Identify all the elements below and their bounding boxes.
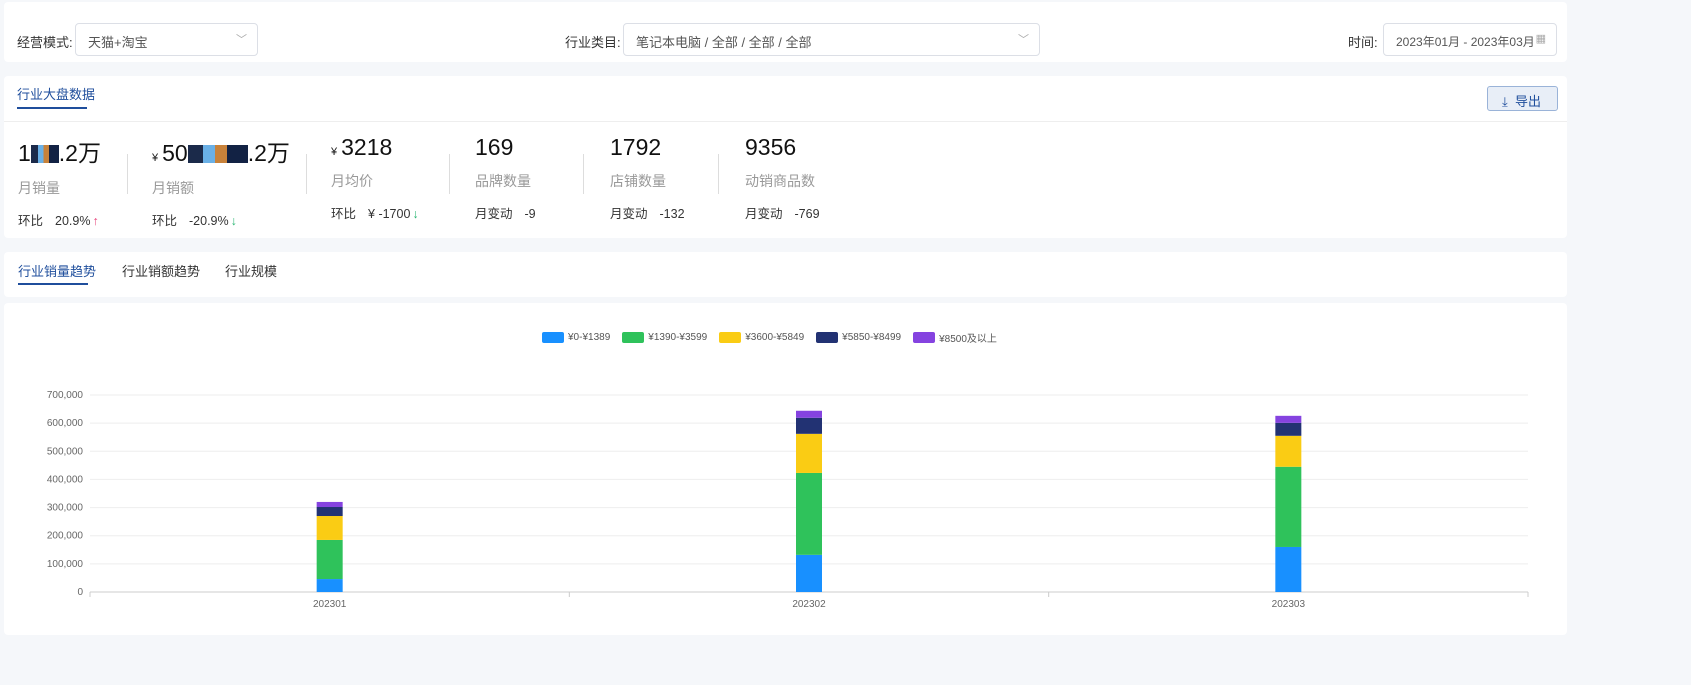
bar-segment[interactable] bbox=[796, 554, 822, 592]
bar-segment[interactable] bbox=[316, 501, 343, 508]
bar-segment[interactable] bbox=[796, 472, 822, 555]
bar-segment[interactable] bbox=[796, 433, 822, 473]
legend-label: ¥8500及以上 bbox=[939, 334, 997, 345]
bar-segment[interactable] bbox=[316, 579, 343, 592]
legend-label: ¥1390-¥3599 bbox=[648, 332, 708, 343]
legend-swatch bbox=[913, 332, 936, 343]
x-tick-label: 202301 bbox=[313, 599, 347, 610]
chart-legend: ¥0-¥1389 ¥1390-¥3599 ¥3600-¥5849 ¥5850-¥849… bbox=[542, 330, 997, 345]
y-tick-label: 200,000 bbox=[47, 531, 84, 542]
legend-item[interactable]: ¥1390-¥3599 bbox=[622, 330, 707, 345]
legend-label: ¥0-¥1389 bbox=[568, 332, 611, 343]
y-tick-label: 400,000 bbox=[47, 474, 84, 485]
bar-segment[interactable] bbox=[796, 417, 822, 434]
y-tick-label: 700,000 bbox=[47, 390, 84, 401]
legend-label: ¥5850-¥8499 bbox=[842, 332, 902, 343]
stacked-bar-chart: 0 100,000 200,000 300,000 400,000 500,000 600,… bbox=[47, 390, 1529, 610]
bar-segment[interactable] bbox=[1275, 415, 1302, 423]
bar-segment[interactable] bbox=[316, 516, 343, 540]
bar-segment[interactable] bbox=[1275, 435, 1302, 467]
legend-label: ¥3600-¥5849 bbox=[745, 332, 805, 343]
legend-item[interactable]: ¥5850-¥8499 bbox=[816, 330, 901, 345]
bar-segment[interactable] bbox=[1275, 422, 1302, 436]
y-tick-label: 0 bbox=[77, 587, 83, 598]
chart-panel: ¥0-¥1389 ¥1390-¥3599 ¥3600-¥5849 ¥5850-¥849… bbox=[4, 303, 1567, 635]
legend-swatch bbox=[542, 332, 564, 343]
bar-segment[interactable] bbox=[1275, 546, 1302, 592]
legend-item[interactable]: ¥8500及以上 bbox=[913, 330, 997, 345]
y-tick-label: 100,000 bbox=[47, 559, 84, 570]
bar-segment[interactable] bbox=[316, 507, 343, 517]
bar-segment[interactable] bbox=[1275, 466, 1302, 547]
legend-item[interactable]: ¥3600-¥5849 bbox=[719, 330, 804, 345]
x-tick-label: 202303 bbox=[1272, 599, 1306, 610]
bar-segment[interactable] bbox=[796, 410, 822, 418]
y-tick-label: 600,000 bbox=[47, 418, 84, 429]
legend-swatch bbox=[816, 332, 839, 343]
legend-swatch bbox=[622, 332, 645, 343]
bar-segment[interactable] bbox=[316, 539, 343, 580]
legend-swatch bbox=[719, 332, 742, 343]
y-tick-label: 500,000 bbox=[47, 446, 84, 457]
x-tick-label: 202302 bbox=[792, 599, 826, 610]
legend-item[interactable]: ¥0-¥1389 bbox=[542, 330, 610, 345]
y-tick-label: 300,000 bbox=[47, 503, 84, 514]
